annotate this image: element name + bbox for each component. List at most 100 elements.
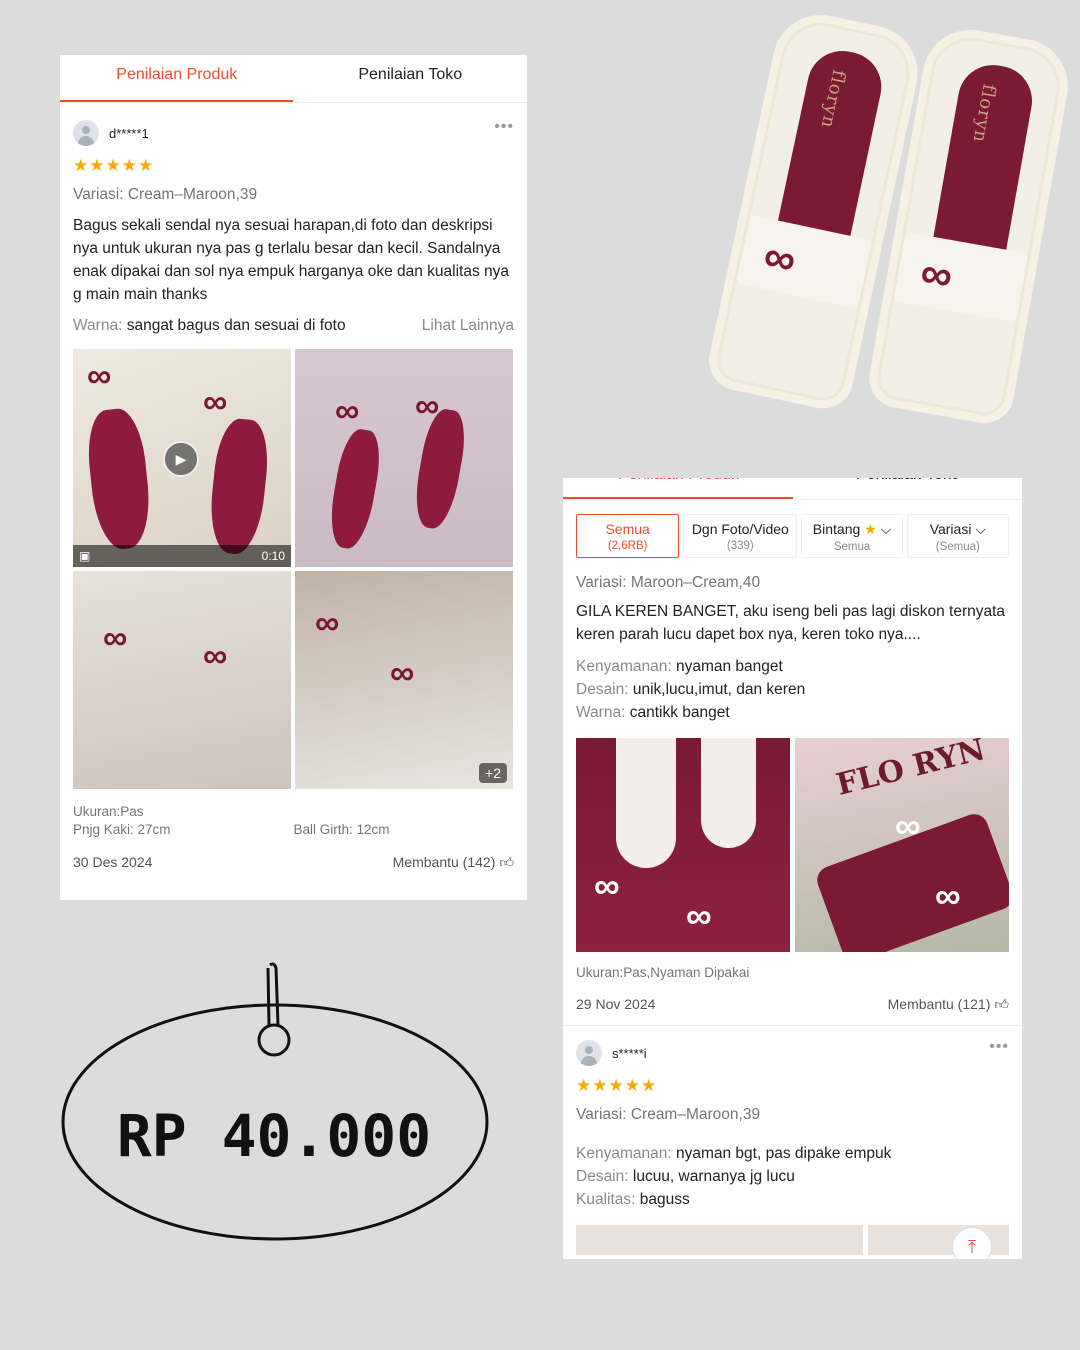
video-bar: ▣ 0:10	[73, 545, 291, 567]
review-video[interactable]: ∞ ∞ ▶ ▣ 0:10	[73, 349, 291, 567]
attr-label: Warna:	[576, 704, 626, 721]
ball-girth: Ball Girth: 12cm	[293, 822, 390, 837]
review-text: GILA KEREN BANGET, aku iseng beli pas la…	[576, 603, 1006, 643]
filter-count: Semua	[833, 541, 871, 553]
review-media-grid: ∞ ∞ FLO RYN ∞ ∞	[576, 738, 1009, 952]
filter-label: Dgn Foto/Video	[691, 521, 789, 537]
box-brand-label: FLO RYN	[832, 738, 989, 803]
filter-bar: Semua (2,6RB) Dgn Foto/Video (339) Binta…	[563, 500, 1022, 558]
review-item: Variasi: Maroon–Cream,40 GILA KEREN BANG…	[563, 574, 1022, 1013]
attr-value: nyaman banget	[675, 658, 783, 675]
variant-text: Variasi: Cream–Maroon,39	[73, 186, 258, 203]
bow-shape: ∞	[335, 392, 360, 430]
size-info: Ukuran:Pas Pnjg Kaki: 27cm Ball Girth: 1…	[73, 803, 514, 839]
bow-shape: ∞	[315, 604, 340, 642]
more-photos-badge[interactable]: +2	[479, 763, 507, 783]
avatar	[73, 120, 99, 146]
helpful-text: Membantu (142)	[392, 854, 496, 870]
review-panel-2: Penilaian Produk Penilaian Toko Semua (2…	[563, 478, 1022, 1259]
attr-label: Desain:	[576, 681, 629, 698]
helpful-text: Membantu (121)	[887, 996, 991, 1012]
sandal-strap	[893, 231, 1028, 323]
filter-variasi[interactable]: Variasi ⌵ (Semua)	[906, 514, 1009, 558]
bow-shape: ∞	[103, 619, 128, 657]
insole-shape	[206, 416, 272, 557]
reviewer-row: d*****1 •••	[73, 118, 514, 146]
filter-bintang[interactable]: Bintang ★ ⌵ Semua	[801, 514, 903, 558]
attribute-list: Kenyamanan: nyaman bgt, pas dipake empuk…	[576, 1142, 1009, 1211]
review-item: d*****1 ••• ★★★★★ Variasi: Cream–Maroon,…	[60, 118, 527, 871]
see-more-link[interactable]: Lihat Lainnya	[422, 314, 514, 337]
video-camera-icon: ▣	[79, 549, 91, 563]
attribute-list: Kenyamanan: nyaman banget Desain: unik,l…	[576, 655, 1009, 724]
reviewer-row: s*****i •••	[576, 1038, 1009, 1066]
review-text: Bagus sekali sendal nya sesuai harapan,d…	[73, 217, 510, 303]
filter-count: (Semua)	[935, 541, 980, 553]
helpful-button[interactable]: Membantu (142) 👍︎	[393, 854, 514, 871]
bow-shape: ∞	[390, 654, 415, 692]
price-tag-shape: RP 40.000	[61, 962, 489, 1241]
size-details: Pnjg Kaki: 27cm Ball Girth: 12cm	[73, 821, 514, 839]
size-text: Ukuran:Pas,Nyaman Dipakai	[576, 965, 750, 980]
helpful-button[interactable]: Membantu (121) 👍︎	[888, 996, 1009, 1013]
bow-shape: ∞	[895, 805, 921, 846]
review-tabs: Penilaian Produk Penilaian Toko	[563, 478, 1022, 500]
tab-penilaian-toko[interactable]: Penilaian Toko	[856, 478, 960, 484]
review-photo[interactable]: ∞ ∞	[576, 738, 790, 952]
reviewer-name: d*****1	[109, 125, 149, 141]
insole-shape	[324, 426, 386, 552]
foot-length: Pnjg Kaki: 27cm	[73, 822, 171, 837]
attr-label: Kenyamanan:	[576, 658, 672, 675]
tab-penilaian-produk[interactable]: Penilaian Produk	[618, 478, 739, 484]
attr-label: Kualitas:	[576, 1191, 636, 1208]
insole-shape	[701, 738, 756, 848]
filter-count: (2,6RB)	[607, 540, 648, 552]
review-tabs: Penilaian Produk Penilaian Toko	[60, 55, 527, 103]
star-icon: ★	[864, 521, 877, 537]
divider	[563, 1025, 1022, 1026]
tab-penilaian-toko[interactable]: Penilaian Toko	[294, 55, 528, 102]
review-photo[interactable]: ∞ ∞	[73, 571, 291, 789]
price-text: RP 40.000	[117, 1102, 431, 1170]
reviewer-name: s*****i	[612, 1045, 647, 1061]
chevron-down-icon: ⌵	[975, 521, 986, 537]
chevron-down-icon: ⌵	[880, 521, 892, 537]
attr-value: cantikk banget	[629, 704, 730, 721]
review-photo[interactable]: FLO RYN ∞ ∞	[795, 738, 1009, 952]
variant-text: Variasi: Cream–Maroon,39	[576, 1106, 761, 1123]
scroll-to-top-icon[interactable]: ⤒	[952, 1227, 992, 1259]
bow-shape: ∞	[935, 875, 961, 916]
insole-shape	[616, 738, 676, 868]
review-photo[interactable]: ∞ ∞ +2	[295, 571, 513, 789]
bow-shape: ∞	[415, 387, 440, 425]
attr-value: lucuu, warnanya jg lucu	[632, 1168, 795, 1185]
insole-shape	[83, 406, 155, 552]
attribute-row: Warna: sangat bagus dan sesuai di foto L…	[73, 314, 514, 337]
video-duration: 0:10	[261, 549, 285, 563]
more-options-icon[interactable]: •••	[494, 118, 514, 136]
star-rating: ★★★★★	[73, 156, 155, 175]
review-panel-1: Penilaian Produk Penilaian Toko d*****1 …	[60, 55, 527, 900]
star-rating: ★★★★★	[576, 1076, 658, 1095]
more-options-icon[interactable]: •••	[989, 1038, 1009, 1056]
price-tag: RP 40.000	[60, 960, 492, 1245]
tab-penilaian-produk[interactable]: Penilaian Produk	[60, 55, 294, 102]
bow-shape: ∞	[203, 383, 228, 421]
filter-semua[interactable]: Semua (2,6RB)	[576, 514, 680, 558]
variant-text: Variasi: Maroon–Cream,40	[576, 574, 761, 591]
filter-foto-video[interactable]: Dgn Foto/Video (339)	[683, 514, 798, 558]
review-footer: 29 Nov 2024 Membantu (121) 👍︎	[576, 996, 1009, 1013]
review-photo[interactable]	[576, 1225, 863, 1255]
attr-label: Desain:	[576, 1168, 629, 1185]
attr-value: baguss	[639, 1191, 690, 1208]
play-icon[interactable]: ▶	[163, 441, 199, 477]
thumbs-up-icon: 👍︎	[499, 854, 514, 870]
review-media-strip	[576, 1225, 1009, 1255]
review-photo[interactable]: ∞ ∞	[295, 349, 513, 567]
filter-label: Semua	[605, 521, 650, 537]
bow-shape: ∞	[594, 865, 620, 906]
review-date: 30 Des 2024	[73, 854, 153, 870]
review-media-grid: ∞ ∞ ▶ ▣ 0:10 ∞ ∞ ∞ ∞ ∞ ∞ +2	[73, 349, 514, 789]
filter-label: Bintang	[812, 521, 861, 537]
thumbs-up-icon: 👍︎	[994, 996, 1009, 1012]
